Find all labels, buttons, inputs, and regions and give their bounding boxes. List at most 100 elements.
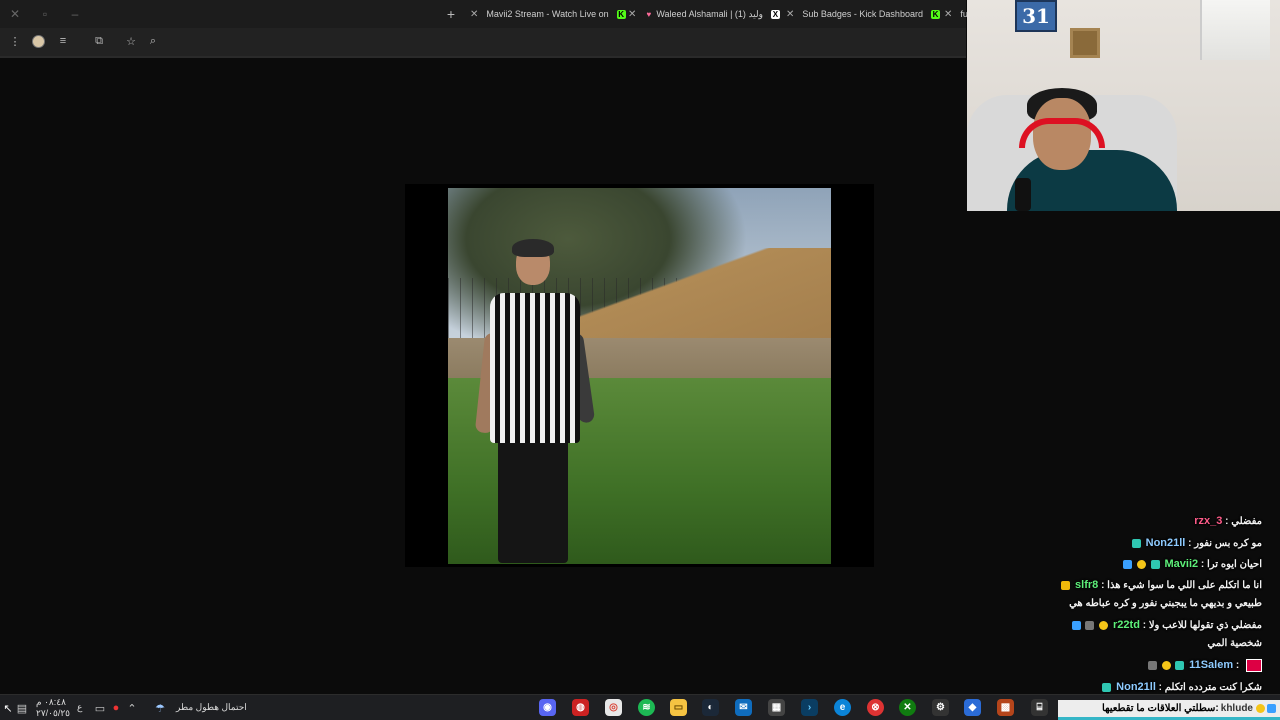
microphone-icon <box>1015 178 1031 211</box>
store-icon[interactable]: ▦ <box>768 699 785 716</box>
x-icon: X <box>770 9 780 19</box>
tab-mavii2-stream[interactable]: ✕ Mavii2 Stream - Watch Live on K <box>470 0 626 28</box>
steam-icon[interactable]: ◐ <box>702 699 719 716</box>
obs-icon[interactable]: ◍ <box>572 699 589 716</box>
chat-username: 11Salem <box>1189 659 1234 671</box>
app-red-icon[interactable]: ⊗ <box>867 699 884 716</box>
chat-message: 11Salem : <box>1147 658 1262 673</box>
chat-ticker: سطلتي العلاقات ما تقطعيها : khlude <box>1058 700 1280 717</box>
room-window <box>1200 0 1270 60</box>
ticker-username: khlude <box>1220 703 1253 714</box>
chat-text: انا ما اتكلم على اللي ما سوا شيء هذا <box>1107 580 1262 591</box>
close-tab-icon[interactable]: ✕ <box>628 9 636 20</box>
screen: ✕ ▫ – + ✕ Mavii2 Stream - Watch Live on … <box>0 0 1280 720</box>
ticker-text: سطلتي العلاقات ما تقطعيها <box>1102 703 1216 714</box>
clock-time[interactable]: ٠٨:٤٨ م <box>36 697 66 708</box>
chat-username: Mavii2 <box>1164 558 1199 570</box>
app-orange-icon[interactable]: ▩ <box>997 699 1014 716</box>
spotify-icon[interactable]: ≋ <box>638 699 655 716</box>
discord-icon[interactable]: ◉ <box>539 699 556 716</box>
copilot-icon[interactable]: ◆ <box>964 699 981 716</box>
gift-badge-icon <box>1099 620 1109 630</box>
chat-username: slfr8 <box>1075 579 1099 591</box>
close-tab-icon[interactable]: ✕ <box>786 9 794 20</box>
subscriber-badge-icon <box>1150 559 1160 569</box>
chat-message: Non21ll : شكرا كنت متردده اتكلم <box>1102 680 1262 695</box>
chat-message: slfr8 : انا ما اتكلم على اللي ما سوا شيء… <box>1061 578 1262 593</box>
kick-icon: K <box>930 9 940 19</box>
weather-icon[interactable]: ☂ <box>152 700 168 716</box>
browser-toolbar <box>0 28 966 56</box>
tab-sub-badges[interactable]: ✕ Sub Badges - Kick Dashboard K <box>786 0 940 28</box>
tab-label: Mavii2 Stream - Watch Live on <box>486 9 609 19</box>
broadcaster-badge-icon <box>1071 620 1081 630</box>
antivirus-icon[interactable]: ● <box>108 700 124 716</box>
close-tab-icon[interactable]: ✕ <box>470 9 478 20</box>
clock-date[interactable]: ٢٧/٠٥/٢٥ <box>36 708 70 719</box>
chat-username: rzx_3 <box>1194 515 1223 527</box>
mail-icon[interactable]: ✉ <box>735 699 752 716</box>
tray-chevron-up-icon[interactable]: ⌃ <box>124 700 140 716</box>
chrome-icon[interactable]: ◎ <box>605 699 622 716</box>
subscriber-badge-icon <box>1131 538 1141 548</box>
verified-badge-icon <box>1147 660 1157 670</box>
wall-picture <box>1070 28 1100 58</box>
chat-text: شكرا كنت متردده اتكلم <box>1164 682 1262 693</box>
xbox-icon[interactable]: ✕ <box>899 699 916 716</box>
edge-icon[interactable]: e <box>834 699 851 716</box>
toolbar-divider <box>0 56 966 58</box>
chat-text: مو كره بس نفور <box>1194 538 1262 549</box>
crown-badge-icon <box>1061 580 1071 590</box>
broadcaster-badge-icon <box>1123 559 1133 569</box>
menu-dots-icon[interactable]: ⋮ <box>8 34 22 48</box>
subscriber-badge-icon <box>1175 660 1185 670</box>
tab-label: Waleed Alshamali | (1) وليد <box>656 8 763 19</box>
bookmark-star-icon[interactable]: ☆ <box>124 34 138 48</box>
file-explorer-icon[interactable]: ▭ <box>670 699 687 716</box>
chat-text-continued: شخصية المي <box>1207 638 1262 649</box>
weather-text[interactable]: احتمال هطول مطر <box>176 702 247 713</box>
chat-text: مفضلي <box>1231 516 1262 527</box>
kick-icon: K <box>616 9 626 19</box>
minimize-window-icon[interactable]: – <box>60 0 90 28</box>
reading-list-icon[interactable]: ≡ <box>56 34 70 48</box>
wall-frame: 31 <box>1015 0 1057 32</box>
new-tab-button[interactable]: + <box>444 6 458 22</box>
heart-icon: ♥ <box>646 9 652 19</box>
gift-badge-icon <box>1256 704 1265 713</box>
verified-badge-icon <box>1085 620 1095 630</box>
close-window-icon[interactable]: ✕ <box>0 0 30 28</box>
gift-badge-icon <box>1161 660 1171 670</box>
chat-message: Non21ll : مو كره بس نفور <box>1131 536 1262 551</box>
chat-username: Non21ll <box>1145 537 1186 549</box>
display-icon[interactable]: ▭ <box>92 700 108 716</box>
chat-text: احيان ايوه ترا <box>1207 559 1262 570</box>
video-gif <box>448 188 831 564</box>
person-figure <box>474 239 596 563</box>
subscriber-badge-icon <box>1102 682 1112 692</box>
webcam-overlay: 31 <box>967 0 1280 211</box>
extensions-icon[interactable]: ⧉ <box>92 34 106 48</box>
chat-username: r22td <box>1113 619 1140 631</box>
terminal-icon[interactable]: › <box>801 699 818 716</box>
tab-active[interactable]: ✕ fu <box>944 0 968 28</box>
chat-message: r22td : مفضلي ذي تقولها للاعب ولا <box>1071 618 1262 633</box>
headset-icon <box>1019 118 1105 148</box>
maximize-window-icon[interactable]: ▫ <box>30 0 60 28</box>
chat-text: مفضلي ذي تقولها للاعب ولا <box>1148 620 1262 631</box>
chat-message: Mavii2 : احيان ايوه ترا <box>1123 557 1262 572</box>
tab-waleed[interactable]: ✕ ♥ Waleed Alshamali | (1) وليد X <box>628 0 780 28</box>
profile-avatar[interactable] <box>32 35 45 48</box>
emote-icon <box>1246 658 1262 672</box>
taskview-icon[interactable]: ⌸ <box>1031 699 1048 716</box>
chat-text-continued: طبيعي و بديهي ما يبجبني نفور و كره عباطه… <box>1069 598 1262 609</box>
broadcaster-badge-icon <box>1267 704 1276 713</box>
chat-message: rzx_3 : مفضلي <box>1194 515 1262 527</box>
gift-badge-icon <box>1136 559 1146 569</box>
zoom-icon[interactable]: ⌕ <box>146 34 160 48</box>
settings-gear-icon[interactable]: ⚙ <box>932 699 949 716</box>
chat-username: Non21ll <box>1116 681 1156 693</box>
close-tab-icon[interactable]: ✕ <box>944 9 952 20</box>
notification-center-icon[interactable]: ▤ <box>14 700 30 716</box>
input-language[interactable]: ع <box>77 702 82 713</box>
